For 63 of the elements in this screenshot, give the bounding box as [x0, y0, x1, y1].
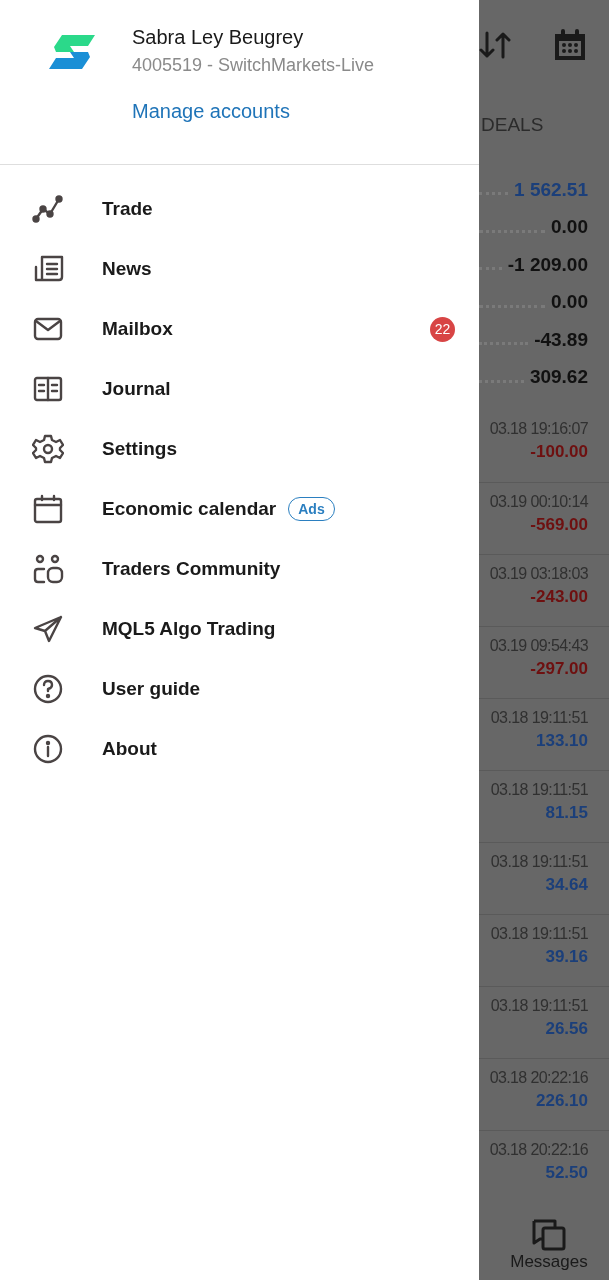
menu-label: About: [102, 738, 157, 760]
calendar-icon: [32, 493, 64, 525]
menu-label: MQL5 Algo Trading: [102, 618, 276, 640]
info-icon: [32, 733, 64, 765]
people-icon: [32, 553, 64, 585]
deal-amount: -569.00: [530, 515, 588, 535]
unread-badge: 22: [430, 316, 455, 342]
menu-item[interactable]: Economic calendar Ads: [0, 479, 479, 539]
deal-amount: 52.50: [545, 1163, 588, 1183]
deal-amount: -297.00: [530, 659, 588, 679]
deal-amount: -243.00: [530, 587, 588, 607]
calendar-icon[interactable]: [552, 28, 588, 62]
menu-item[interactable]: Journal: [0, 359, 479, 419]
menu-label: Mailbox: [102, 318, 173, 340]
summary-value: 309.62: [529, 366, 588, 389]
deal-time: 03.18 20:22:16: [489, 1069, 588, 1087]
deal-time: 03.19 09:54:43: [489, 637, 588, 655]
menu-label: Economic calendar: [102, 498, 277, 520]
summary-value: -43.89: [534, 328, 588, 351]
deal-amount: 226.10: [536, 1091, 588, 1111]
deal-time: 03.19 00:10:14: [489, 493, 588, 511]
settings-icon: [32, 433, 64, 465]
summary-value: 0.00: [551, 291, 588, 314]
help-icon: [32, 673, 64, 705]
deal-time: 03.18 19:11:51: [490, 853, 588, 871]
logo-icon: [48, 34, 96, 70]
deal-amount: 26.56: [545, 1019, 588, 1039]
deal-time: 03.18 19:11:51: [490, 781, 588, 799]
menu-item[interactable]: Trade: [0, 179, 479, 239]
deal-time: 03.18 19:11:51: [490, 709, 588, 727]
menu-item[interactable]: User guide: [0, 659, 479, 719]
deal-time: 03.18 19:11:51: [490, 925, 588, 943]
deal-amount: 34.64: [545, 875, 588, 895]
deal-amount: 133.10: [536, 731, 588, 751]
menu-item[interactable]: Traders Community: [0, 539, 479, 599]
deal-time: 03.18 19:11:51: [490, 997, 588, 1015]
paper-plane-icon: [32, 613, 64, 645]
deal-time: 03.18 20:22:16: [489, 1141, 588, 1159]
menu-item[interactable]: MQL5 Algo Trading: [0, 599, 479, 659]
menu-item[interactable]: News: [0, 239, 479, 299]
summary-value: 1 562.51: [514, 178, 588, 201]
menu-item[interactable]: Mailbox 22: [0, 299, 479, 359]
deal-amount: -100.00: [530, 442, 588, 462]
summary-value: -1 209.00: [507, 253, 588, 276]
menu-label: Trade: [102, 198, 153, 220]
menu-item[interactable]: About: [0, 719, 479, 779]
deal-amount: 39.16: [545, 947, 588, 967]
summary-value: 0.00: [551, 216, 588, 239]
menu-item[interactable]: Settings: [0, 419, 479, 479]
deal-amount: 81.15: [545, 803, 588, 823]
deal-time: 03.18 19:16:07: [489, 420, 588, 438]
trend-line-icon: [32, 193, 64, 225]
account-number: 4005519 - SwitchMarkets-Live: [132, 55, 375, 76]
manage-accounts-link[interactable]: Manage accounts: [132, 100, 290, 123]
menu-label: News: [102, 258, 152, 280]
menu-label: Settings: [102, 438, 177, 460]
messages-icon: [531, 1218, 567, 1252]
menu-label: Journal: [102, 378, 171, 400]
sort-icon[interactable]: [479, 30, 513, 60]
account-name: Sabra Ley Beugrey: [132, 26, 304, 49]
menu-label: User guide: [102, 678, 201, 700]
menu-label: Traders Community: [102, 558, 281, 580]
deal-time: 03.19 03:18:03: [489, 565, 588, 583]
